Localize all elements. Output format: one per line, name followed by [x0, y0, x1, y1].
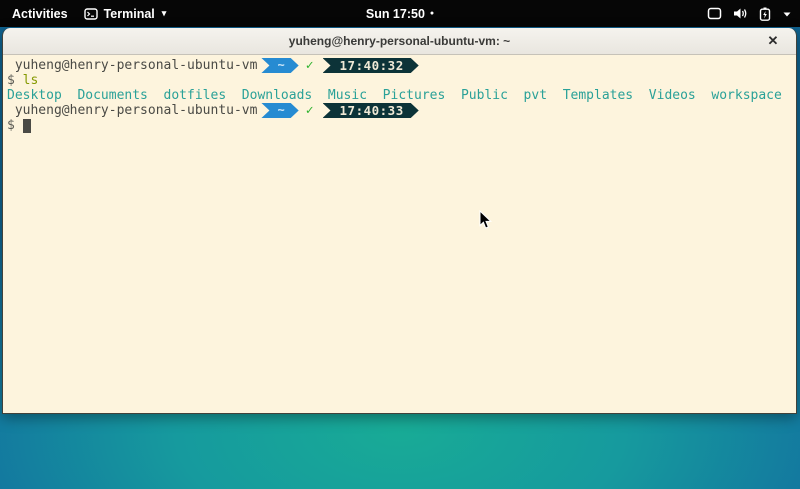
user-host-text: yuheng@henry-personal-ubuntu-vm: [7, 58, 257, 73]
close-button[interactable]: ✕: [764, 32, 782, 50]
status-ok-icon: ✓: [306, 103, 314, 118]
command-line: $ ls: [7, 73, 796, 88]
prompt-line-1: yuheng@henry-personal-ubuntu-vm ~ ✓ 17:4…: [7, 58, 796, 73]
command-text: ls: [23, 73, 39, 88]
ls-output: Desktop Documents dotfiles Downloads Mus…: [7, 88, 782, 103]
display-icon: [707, 7, 722, 20]
time-badge: 17:40:32: [323, 58, 419, 73]
app-menu-label: Terminal: [104, 7, 155, 21]
chevron-down-icon: ▾: [162, 8, 167, 19]
clock-button[interactable]: Sun 17:50 ●: [366, 0, 434, 27]
input-line[interactable]: $: [7, 118, 796, 133]
app-menu-terminal[interactable]: Terminal ▾: [84, 7, 167, 21]
terminal-icon: [84, 8, 98, 20]
volume-icon: [733, 7, 748, 20]
status-ok-icon: ✓: [306, 58, 314, 73]
clock-label: Sun 17:50: [366, 7, 425, 21]
terminal-window: yuheng@henry-personal-ubuntu-vm: ~ ✕ yuh…: [2, 28, 797, 414]
prompt-symbol: $: [7, 73, 15, 88]
window-title: yuheng@henry-personal-ubuntu-vm: ~: [289, 34, 510, 48]
top-bar: Activities Terminal ▾ Sun 17:50 ●: [0, 0, 800, 27]
ls-output-line: Desktop Documents dotfiles Downloads Mus…: [7, 88, 796, 103]
time-badge: 17:40:33: [323, 103, 419, 118]
chevron-down-icon: [782, 10, 792, 18]
cwd-badge: ~: [261, 103, 298, 118]
terminal-cursor: [23, 119, 31, 133]
cwd-badge: ~: [261, 58, 298, 73]
notification-dot: ●: [430, 10, 434, 17]
window-titlebar[interactable]: yuheng@henry-personal-ubuntu-vm: ~ ✕: [3, 28, 796, 55]
battery-charging-icon: [759, 7, 771, 21]
system-status-area[interactable]: [707, 0, 792, 27]
activities-button[interactable]: Activities: [10, 3, 70, 25]
prompt-line-2: yuheng@henry-personal-ubuntu-vm ~ ✓ 17:4…: [7, 103, 796, 118]
terminal-content[interactable]: yuheng@henry-personal-ubuntu-vm ~ ✓ 17:4…: [3, 55, 796, 413]
mouse-cursor: [479, 210, 493, 235]
prompt-symbol: $: [7, 118, 15, 133]
user-host-text: yuheng@henry-personal-ubuntu-vm: [7, 103, 257, 118]
